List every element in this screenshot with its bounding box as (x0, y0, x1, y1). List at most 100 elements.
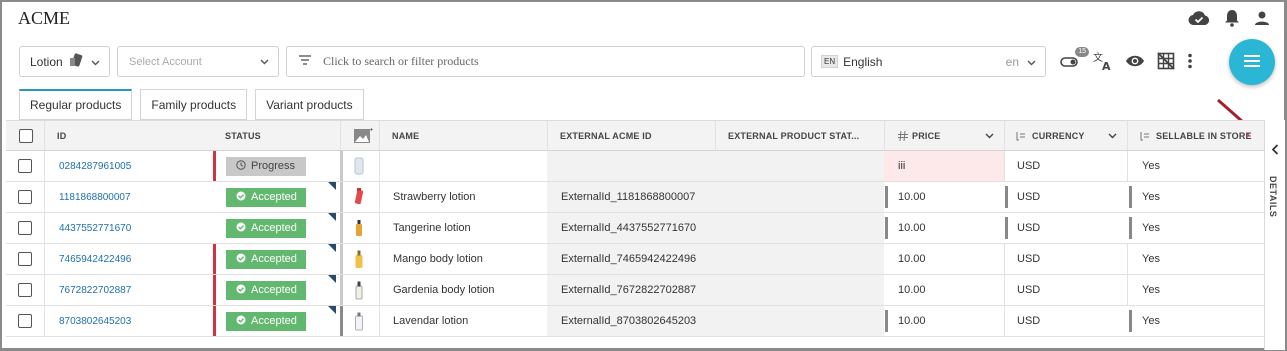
required-asterisk-icon: * (1246, 131, 1250, 141)
column-header-external-product-status[interactable]: EXTERNAL PRODUCT STAT... (728, 121, 859, 151)
chevron-left-icon (1271, 144, 1279, 158)
sellable-value[interactable]: Yes (1142, 244, 1160, 274)
tab-variant-products[interactable]: Variant products (255, 89, 364, 120)
product-id-link[interactable]: 0284287961005 (59, 151, 131, 181)
language-flag: EN (821, 55, 839, 68)
product-search-input[interactable]: Click to search or filter products (286, 46, 805, 77)
price-value[interactable]: 10.00 (898, 275, 926, 305)
product-name[interactable]: Strawberry lotion (393, 182, 476, 212)
currency-value[interactable]: USD (1017, 275, 1040, 305)
column-header-sellable[interactable]: SELLABLE IN STORE (1156, 121, 1252, 151)
details-panel-toggle[interactable]: DETAILS (1264, 120, 1285, 350)
status-cell[interactable]: Progress (226, 151, 306, 181)
table-row[interactable]: 7672822702887 Accepted Gardenia body lot… (6, 275, 1264, 306)
bell-icon[interactable] (1224, 9, 1240, 27)
product-name[interactable]: Lavendar lotion (393, 306, 468, 336)
price-value[interactable]: 10.00 (898, 244, 926, 274)
table-row[interactable]: 8703802645203 Accepted Lavendar lotion E… (6, 306, 1264, 337)
status-cell[interactable]: Accepted (226, 182, 306, 212)
column-header-name[interactable]: NAME (392, 121, 419, 151)
more-vert-icon[interactable] (1187, 53, 1193, 72)
external-status[interactable] (715, 151, 884, 181)
comments-toggle-icon[interactable]: 15 (1059, 47, 1089, 72)
row-checkbox[interactable] (18, 151, 32, 181)
main-menu-button[interactable] (1229, 39, 1275, 85)
external-id[interactable]: ExternalId_1181868800007 (547, 182, 715, 212)
external-status[interactable] (715, 244, 884, 274)
comment-marker-icon (328, 306, 336, 314)
column-header-price[interactable]: PRICE (912, 121, 941, 151)
clock-icon (236, 159, 246, 173)
account-selector-placeholder: Select Account (129, 55, 202, 68)
image-column-icon[interactable] (353, 121, 373, 151)
external-id[interactable]: ExternalId_8703802645203 (547, 306, 715, 336)
product-id-link[interactable]: 7465942422496 (59, 244, 131, 274)
status-badge: Progress (226, 156, 306, 176)
column-header-status[interactable]: STATUS (225, 121, 261, 151)
external-id[interactable]: ExternalId_7672822702887 (547, 275, 715, 305)
external-status[interactable] (715, 213, 884, 243)
external-id[interactable]: ExternalId_4437552771670 (547, 213, 715, 243)
currency-value[interactable]: USD (1017, 213, 1040, 243)
column-header-currency[interactable]: CURRENCY (1032, 121, 1085, 151)
external-id[interactable]: ExternalId_7465942422496 (547, 244, 715, 274)
status-cell[interactable]: Accepted (226, 244, 306, 274)
status-cell[interactable]: Accepted (226, 306, 306, 336)
tab-regular-products[interactable]: Regular products (19, 89, 133, 120)
top-icon-bar (1188, 9, 1270, 27)
eye-icon[interactable] (1125, 54, 1145, 71)
row-checkbox[interactable] (18, 244, 32, 274)
account-selector[interactable]: Select Account (117, 46, 279, 77)
currency-value[interactable]: USD (1017, 151, 1040, 181)
external-id[interactable] (547, 151, 715, 181)
menu-icon (1244, 54, 1260, 70)
language-selector[interactable]: EN English en (811, 46, 1046, 77)
cloud-sync-icon[interactable] (1188, 10, 1210, 26)
price-value[interactable]: 10.00 (898, 182, 926, 212)
table-row[interactable]: 7465942422496 Accepted Mango body lotion… (6, 244, 1264, 275)
product-name[interactable]: Gardenia body lotion (393, 275, 495, 305)
product-id-link[interactable]: 8703802645203 (59, 306, 131, 336)
user-account-icon[interactable] (1254, 10, 1270, 26)
select-all-checkbox[interactable] (19, 121, 33, 151)
row-checkbox[interactable] (18, 213, 32, 243)
currency-column-menu-icon[interactable] (1108, 121, 1117, 151)
product-id-link[interactable]: 4437552771670 (59, 213, 131, 243)
status-cell[interactable]: Accepted (226, 275, 306, 305)
row-checkbox[interactable] (18, 275, 32, 305)
price-value[interactable]: 10.00 (898, 213, 926, 243)
table-row[interactable]: 1181868800007 Accepted Strawberry lotion… (6, 182, 1264, 213)
grid-off-icon[interactable] (1157, 52, 1175, 73)
price-column-menu-icon[interactable] (985, 121, 994, 151)
sellable-value[interactable]: Yes (1142, 275, 1160, 305)
product-thumbnail (352, 275, 366, 305)
tab-family-products[interactable]: Family products (140, 89, 248, 120)
catalog-selector[interactable]: Lotion (19, 46, 110, 77)
product-name[interactable]: Mango body lotion (393, 244, 483, 274)
row-checkbox[interactable] (18, 306, 32, 336)
external-status[interactable] (715, 306, 884, 336)
status-cell[interactable]: Accepted (226, 213, 306, 243)
currency-value[interactable]: USD (1017, 182, 1040, 212)
product-id-link[interactable]: 1181868800007 (59, 182, 131, 212)
translate-icon[interactable]: 文A (1093, 51, 1113, 74)
product-id-link[interactable]: 7672822702887 (59, 275, 131, 305)
sellable-value[interactable]: Yes (1142, 213, 1160, 243)
price-value[interactable]: iii (884, 151, 1004, 181)
currency-value[interactable]: USD (1017, 244, 1040, 274)
external-status[interactable] (715, 182, 884, 212)
product-name[interactable]: Tangerine lotion (393, 213, 471, 243)
sellable-value[interactable]: Yes (1142, 182, 1160, 212)
sellable-value[interactable]: Yes (1142, 151, 1160, 181)
sellable-value[interactable]: Yes (1142, 306, 1160, 336)
status-badge: Accepted (226, 218, 306, 238)
column-header-id[interactable]: ID (57, 121, 66, 151)
currency-value[interactable]: USD (1017, 306, 1040, 336)
table-row[interactable]: 0284287961005 Progress iii USD Yes (6, 151, 1264, 182)
price-value[interactable]: 10.00 (898, 306, 926, 336)
row-checkbox[interactable] (18, 182, 32, 212)
table-row[interactable]: 4437552771670 Accepted Tangerine lotion … (6, 213, 1264, 244)
language-code: en (1005, 54, 1019, 69)
column-header-external-acme-id[interactable]: EXTERNAL ACME ID (560, 121, 652, 151)
external-status[interactable] (715, 275, 884, 305)
